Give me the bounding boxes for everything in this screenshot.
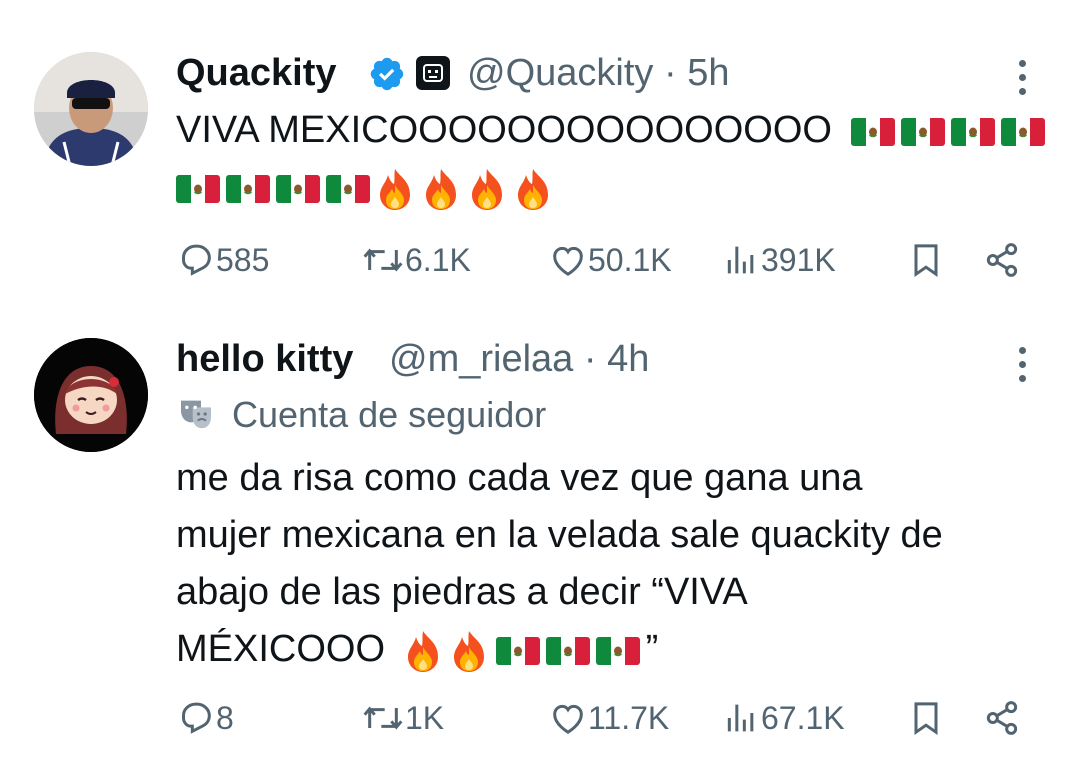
mexico-flag-emoji xyxy=(901,118,945,146)
avatar[interactable] xyxy=(34,338,148,452)
repost-icon xyxy=(363,248,403,272)
views-icon xyxy=(727,246,754,274)
handle[interactable]: @Quackity xyxy=(467,52,653,94)
reply-icon xyxy=(182,702,211,734)
reply-count: 8 xyxy=(216,699,234,736)
emoji-group xyxy=(851,109,1051,151)
reply-button[interactable]: 585 xyxy=(176,240,269,280)
timestamp[interactable]: 5h xyxy=(687,52,729,94)
follower-account-label: Cuenta de seguidor xyxy=(232,394,547,435)
like-button[interactable]: 50.1K xyxy=(548,240,672,280)
reply-icon xyxy=(182,244,211,276)
tweet-text-line: mujer mexicana en la velada sale quackit… xyxy=(176,514,943,556)
repost-count: 6.1K xyxy=(405,241,471,278)
avatar-photo xyxy=(34,52,148,166)
repost-count: 1K xyxy=(405,699,445,736)
views-count: 67.1K xyxy=(761,699,845,736)
tweet-text-line: abajo de las piedras a decir “VIVA xyxy=(176,571,748,613)
closing-quote: ” xyxy=(645,628,659,670)
avatar-photo xyxy=(34,338,148,452)
fire-emoji xyxy=(514,167,552,211)
emoji-line xyxy=(176,159,1046,216)
bookmark-icon xyxy=(914,702,938,736)
separator: · xyxy=(573,338,608,380)
more-icon[interactable] xyxy=(1019,347,1029,389)
share-button[interactable] xyxy=(982,698,1022,738)
bookmark-button[interactable] xyxy=(906,698,946,738)
like-icon xyxy=(553,704,583,734)
tweet[interactable]: hello kitty @m_rielaa · 4h Cuenta de seg… xyxy=(0,300,1080,764)
tweet-actions: 585 6.1K 50.1K 391K xyxy=(176,240,1040,284)
repost-button[interactable]: 1K xyxy=(361,698,444,738)
handle[interactable]: @m_rielaa xyxy=(389,338,573,380)
display-name[interactable]: hello kitty xyxy=(176,337,353,381)
mexico-flag-emoji xyxy=(326,175,370,203)
mexico-flag-emoji xyxy=(596,637,640,665)
mexico-flag-emoji xyxy=(951,118,995,146)
tweet-text: me da risa como cada vez que gana una mu… xyxy=(176,450,1056,678)
mexico-flag-emoji xyxy=(276,175,320,203)
share-button[interactable] xyxy=(982,240,1022,280)
tweet-text-line: me da risa como cada vez que gana una xyxy=(176,457,863,499)
fire-emoji xyxy=(422,167,460,211)
like-button[interactable]: 11.7K xyxy=(548,698,669,738)
reply-count: 585 xyxy=(216,241,270,278)
verified-icon[interactable] xyxy=(368,55,406,93)
share-icon xyxy=(986,701,1018,735)
tweet-text-fragment: MÉXICOOO xyxy=(176,628,386,670)
mexico-flag-emoji xyxy=(226,175,270,203)
share-icon xyxy=(986,243,1018,277)
reply-button[interactable]: 8 xyxy=(176,698,234,738)
separator: · xyxy=(653,52,688,94)
like-icon xyxy=(553,246,583,276)
bookmark-icon xyxy=(914,244,938,278)
mexico-flag-emoji xyxy=(176,175,220,203)
tweet[interactable]: Quackity @Quackity · 5h VIVA MEXICOOOOOO… xyxy=(0,0,1080,300)
tweet-text-line: MÉXICOOO ” xyxy=(176,621,1056,678)
fire-emoji xyxy=(376,167,414,211)
parody-mask-icon xyxy=(181,400,211,429)
mexico-flag-emoji xyxy=(851,118,895,146)
display-name[interactable]: Quackity xyxy=(176,51,337,95)
avatar[interactable] xyxy=(34,52,148,166)
repost-button[interactable]: 6.1K xyxy=(361,240,471,280)
bookmark-button[interactable] xyxy=(906,240,946,280)
mexico-flag-emoji xyxy=(1001,118,1045,146)
robot-face-icon xyxy=(423,64,443,82)
more-icon[interactable] xyxy=(1019,60,1029,102)
mexico-flag-emoji xyxy=(546,637,590,665)
tweet-meta: @m_rielaa · 4h xyxy=(389,337,649,381)
affiliate-badge-icon[interactable] xyxy=(416,56,450,90)
timestamp[interactable]: 4h xyxy=(607,338,649,380)
tweet-actions: 8 1K 11.7K 67.1K xyxy=(176,698,1040,742)
views-button[interactable]: 391K xyxy=(721,240,836,280)
mexico-flag-emoji xyxy=(496,637,540,665)
tweet-meta: @Quackity · 5h xyxy=(467,51,729,95)
like-count: 11.7K xyxy=(588,699,670,736)
views-count: 391K xyxy=(761,241,836,278)
tweet-text: VIVA MEXICOOOOOOOOOOOOOOO xyxy=(176,102,1046,216)
tweet-text-line: VIVA MEXICOOOOOOOOOOOOOOO xyxy=(176,109,832,151)
repost-icon xyxy=(363,706,403,730)
fire-emoji xyxy=(450,629,488,673)
views-icon xyxy=(727,704,754,732)
like-count: 50.1K xyxy=(588,241,672,278)
fire-emoji xyxy=(404,629,442,673)
views-button[interactable]: 67.1K xyxy=(721,698,845,738)
fire-emoji xyxy=(468,167,506,211)
